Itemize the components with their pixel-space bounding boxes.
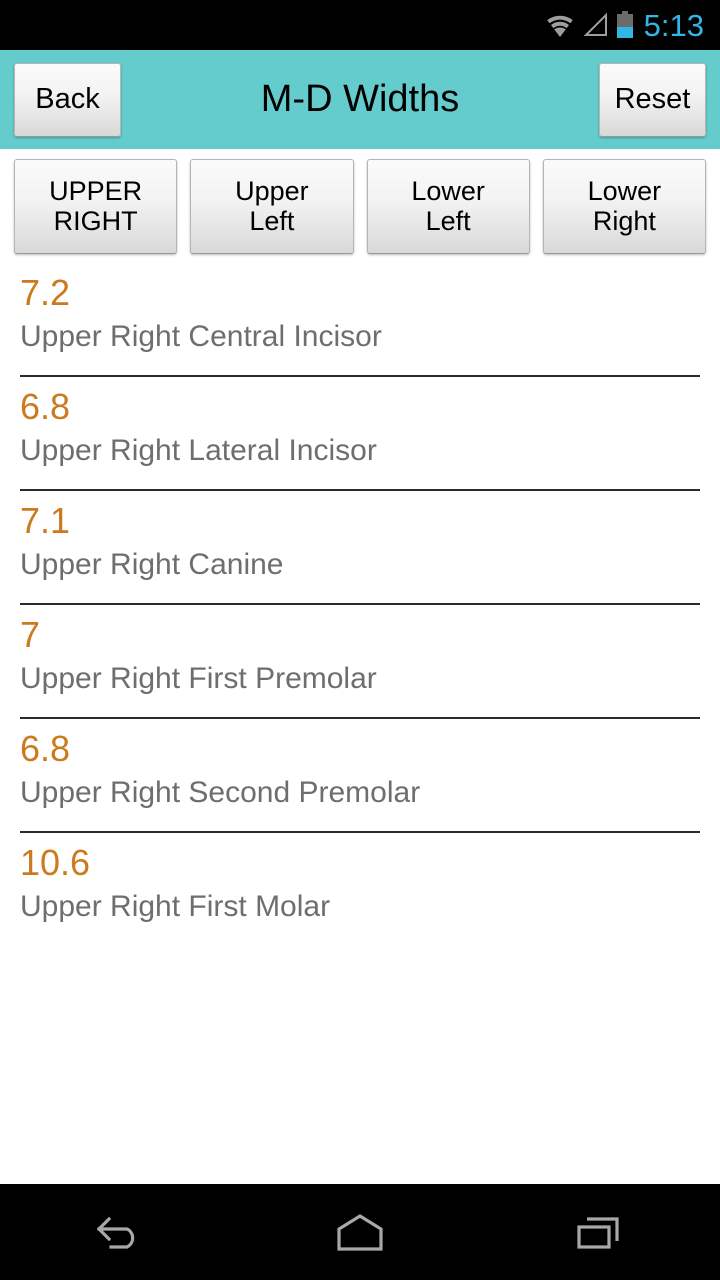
list-item[interactable]: 7.1 Upper Right Canine [0, 491, 720, 605]
tooth-width-value: 6.8 [20, 728, 71, 769]
phone-screen: 5:13 Back M-D Widths Reset UPPER RIGHT U… [0, 0, 720, 1280]
action-bar: Back M-D Widths Reset [0, 50, 720, 149]
back-button[interactable]: Back [14, 62, 121, 137]
tooth-name-label: Upper Right First Molar [20, 890, 331, 923]
wifi-icon [546, 15, 573, 37]
battery-icon [616, 11, 633, 38]
quadrant-lower-right[interactable]: Lower Right [542, 158, 706, 254]
quadrant-upper-left[interactable]: Upper Left [190, 158, 354, 254]
list-item[interactable]: 6.8 Upper Right Lateral Incisor [0, 377, 720, 491]
tooth-width-value: 7.1 [20, 500, 71, 541]
status-bar-clock: 5:13 [643, 7, 704, 43]
list-item[interactable]: 10.6 Upper Right First Molar [0, 833, 720, 947]
tooth-width-value: 7 [20, 614, 41, 655]
back-nav-icon [96, 1216, 135, 1249]
list-item[interactable]: 7 Upper Right First Premolar [0, 605, 720, 719]
quadrant-lower-left[interactable]: Lower Left [366, 158, 530, 254]
quadrant-upper-right[interactable]: UPPER RIGHT [14, 158, 178, 254]
android-navigation-bar [0, 1184, 720, 1280]
quadrant-selector: UPPER RIGHT Upper Left Lower Left Lower … [0, 149, 720, 263]
cell-signal-icon [583, 12, 607, 36]
tooth-measurement-list: 7.2 Upper Right Central Incisor 6.8 Uppe… [0, 263, 720, 1184]
list-item[interactable]: 7.2 Upper Right Central Incisor [0, 263, 720, 377]
tooth-width-value: 6.8 [20, 386, 71, 427]
tooth-width-value: 10.6 [20, 842, 91, 883]
recents-nav-button[interactable] [525, 1184, 675, 1280]
home-nav-button[interactable] [285, 1184, 435, 1280]
back-nav-button[interactable] [45, 1184, 195, 1280]
tooth-name-label: Upper Right Lateral Incisor [20, 434, 377, 467]
status-bar: 5:13 [0, 0, 720, 50]
tooth-width-value: 7.2 [20, 272, 71, 313]
home-nav-icon [337, 1214, 383, 1251]
list-item[interactable]: 6.8 Upper Right Second Premolar [0, 719, 720, 833]
tooth-name-label: Upper Right Second Premolar [20, 776, 421, 809]
status-icon-group [544, 11, 634, 39]
tooth-name-label: Upper Right First Premolar [20, 662, 377, 695]
recents-nav-icon [577, 1217, 619, 1249]
tooth-name-label: Upper Right Canine [20, 548, 284, 581]
reset-button[interactable]: Reset [599, 62, 706, 137]
tooth-name-label: Upper Right Central Incisor [20, 320, 382, 353]
